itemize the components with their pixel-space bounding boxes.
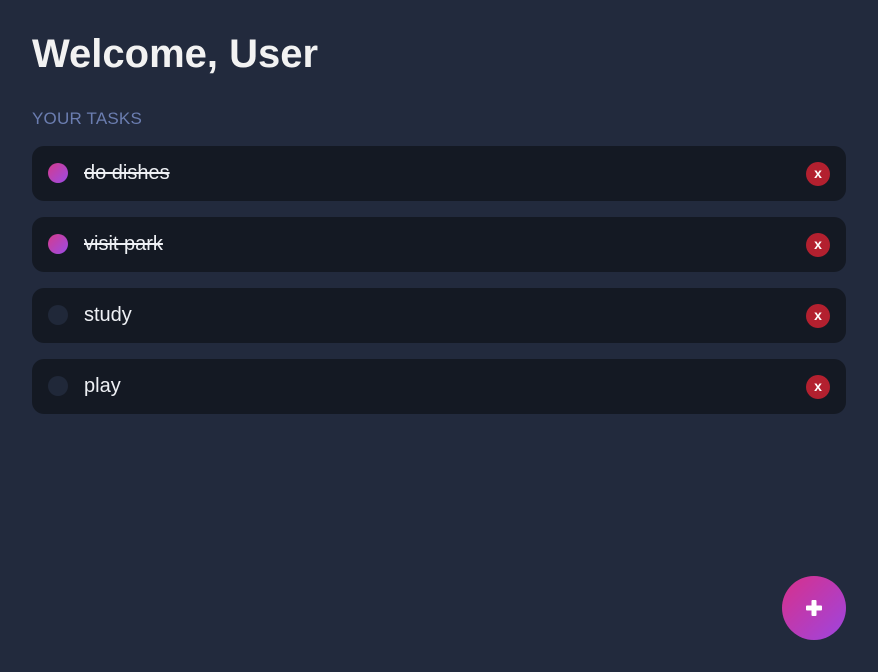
section-label-your-tasks: YOUR TASKS [32,109,143,128]
delete-task-button[interactable]: x [806,304,830,328]
delete-task-button[interactable]: x [806,162,830,186]
task-checkbox[interactable] [48,376,68,396]
page-title: Welcome, User [32,32,319,76]
plus-icon [806,600,822,616]
task-item[interactable]: play x [32,359,846,414]
task-list: do dishes x visit park x study x play x [32,146,846,430]
task-item[interactable]: study x [32,288,846,343]
task-checkbox[interactable] [48,234,68,254]
task-checkbox[interactable] [48,163,68,183]
task-checkbox[interactable] [48,305,68,325]
delete-task-button[interactable]: x [806,375,830,399]
add-task-button[interactable] [782,576,846,640]
delete-task-button[interactable]: x [806,233,830,257]
task-item[interactable]: do dishes x [32,146,846,201]
task-text: visit park [84,233,163,255]
task-text: do dishes [84,162,170,184]
task-text: play [84,375,121,397]
task-text: study [84,304,132,326]
task-item[interactable]: visit park x [32,217,846,272]
